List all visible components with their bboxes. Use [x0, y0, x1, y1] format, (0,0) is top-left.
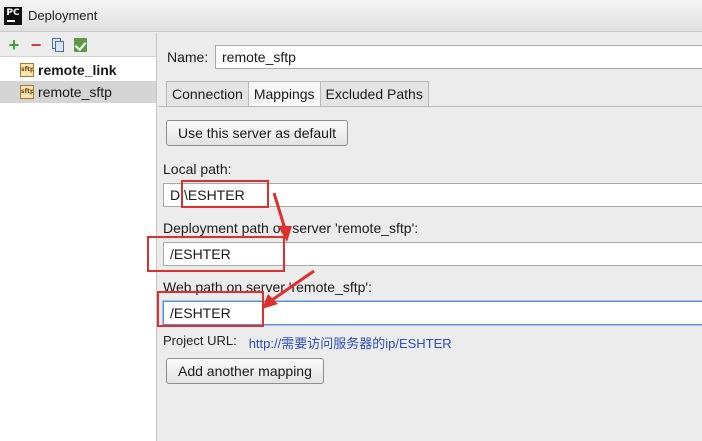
web-path-label: Web path on server 'remote_sftp':: [163, 279, 372, 295]
server-list-pane: + − sftp remote_link sftp remote_sftp: [0, 33, 157, 441]
tab-excluded-paths[interactable]: Excluded Paths: [319, 81, 429, 106]
copy-server-button[interactable]: [47, 35, 69, 55]
set-default-button[interactable]: [69, 35, 91, 55]
local-path-input[interactable]: D:\ESHTER: [163, 183, 702, 207]
app-logo-icon: PC: [4, 6, 22, 25]
deployment-path-label: Deployment path on server 'remote_sftp':: [163, 220, 419, 236]
minus-icon: −: [30, 34, 42, 55]
sftp-server-icon: sftp: [20, 63, 34, 77]
server-label: remote_link: [38, 62, 117, 78]
name-row: Name: remote_sftp: [167, 45, 702, 69]
remove-server-button[interactable]: −: [25, 35, 47, 55]
tab-connection[interactable]: Connection: [166, 81, 249, 106]
name-input[interactable]: remote_sftp: [215, 45, 702, 69]
copy-icon: [52, 37, 64, 52]
server-label: remote_sftp: [38, 84, 112, 100]
server-toolbar: + −: [0, 33, 156, 57]
check-icon: [73, 37, 87, 52]
use-as-default-button[interactable]: Use this server as default: [166, 120, 348, 146]
project-url-label: Project URL:: [163, 333, 237, 348]
sftp-server-icon: sftp: [20, 85, 34, 99]
settings-tabs: Connection Mappings Excluded Paths: [166, 81, 429, 106]
server-list: sftp remote_link sftp remote_sftp: [0, 57, 156, 103]
add-mapping-button[interactable]: Add another mapping: [166, 358, 324, 384]
add-server-button[interactable]: +: [3, 35, 25, 55]
project-url-row: Project URL: http://需要访问服务器的ip/ESHTER: [163, 333, 452, 352]
tab-divider: [158, 106, 702, 107]
tab-mappings[interactable]: Mappings: [247, 81, 321, 106]
project-url-link[interactable]: http://需要访问服务器的ip/ESHTER: [249, 333, 452, 352]
local-path-label: Local path:: [163, 161, 232, 177]
deployment-path-input[interactable]: /ESHTER: [163, 242, 702, 266]
server-settings-pane: Name: remote_sftp Connection Mappings Ex…: [158, 33, 702, 441]
server-item-remote-link[interactable]: sftp remote_link: [0, 59, 156, 81]
web-path-input[interactable]: /ESHTER: [163, 301, 702, 325]
title-bar: PC Deployment: [0, 0, 702, 32]
plus-icon: +: [8, 34, 20, 55]
window-title: Deployment: [28, 8, 98, 23]
server-item-remote-sftp[interactable]: sftp remote_sftp: [0, 81, 156, 103]
name-label: Name:: [167, 49, 209, 65]
